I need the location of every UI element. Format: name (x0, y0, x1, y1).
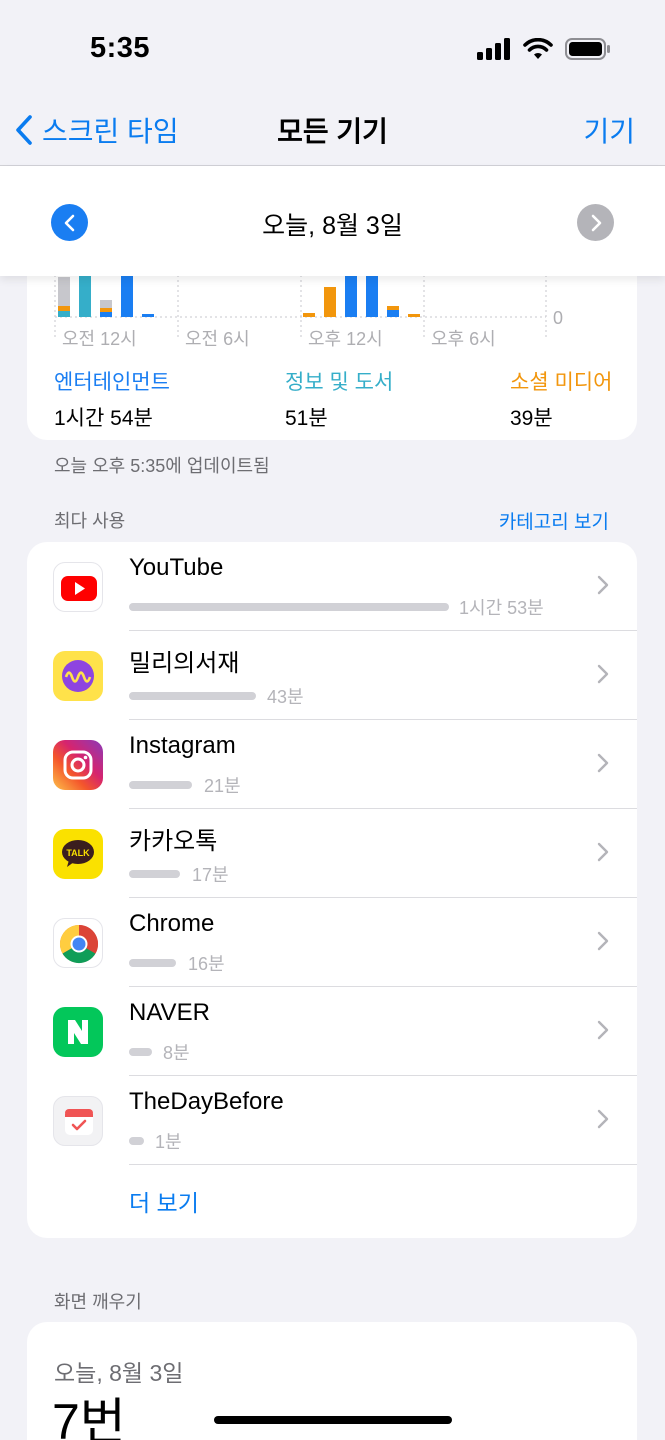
app-row-naver[interactable]: NAVER 8분 (27, 987, 637, 1076)
chevron-right-icon (597, 842, 609, 862)
youtube-icon (53, 562, 103, 612)
chart-y-tick: 0 (553, 308, 563, 328)
svg-text:TALK: TALK (66, 848, 90, 858)
app-name: NAVER (129, 999, 210, 1026)
category-name: 엔터테인먼트 (54, 371, 170, 394)
next-day-button[interactable] (577, 204, 614, 241)
chart-bar (366, 270, 378, 317)
category-value: 1시간 54분 (54, 407, 153, 430)
usage-time: 1시간 53분 (459, 598, 544, 618)
chart-x-tick: 오전 12시 (62, 329, 137, 349)
naver-icon (53, 1007, 103, 1057)
home-indicator[interactable] (214, 1416, 452, 1424)
usage-bar (129, 1048, 152, 1056)
usage-time: 17분 (192, 865, 229, 885)
usage-bar (129, 1137, 144, 1145)
usage-time: 21분 (204, 776, 241, 796)
status-icons (477, 38, 611, 60)
usage-time: 8분 (163, 1043, 190, 1063)
row-divider (129, 1164, 637, 1165)
app-name: Instagram (129, 732, 236, 759)
status-bar: 5:35 (0, 0, 665, 100)
category-social-media: 소셜 미디어 39분 (510, 366, 612, 432)
category-entertainment: 엔터테인먼트 1시간 54분 (54, 366, 170, 432)
status-time: 5:35 (90, 32, 151, 64)
usage-bar (129, 781, 192, 789)
usage-bar (129, 692, 256, 700)
chart-bar (408, 314, 420, 317)
chart-bar (79, 270, 91, 317)
chevron-right-icon (591, 214, 601, 231)
back-button[interactable]: 스크린 타임 (14, 110, 179, 150)
usage-bar (129, 959, 176, 967)
chart-x-tick: 오후 6시 (431, 329, 496, 349)
devices-button[interactable]: 기기 (583, 110, 635, 150)
chart-x-tick: 오전 6시 (185, 329, 250, 349)
back-label: 스크린 타임 (42, 116, 179, 147)
wifi-icon (523, 38, 553, 59)
thedaybefore-icon (53, 1096, 103, 1146)
chevron-right-icon (597, 664, 609, 684)
date-label: 오늘, 8월 3일 (262, 212, 403, 240)
updated-timestamp: 오늘 오후 5:35에 업데이트됨 (54, 456, 270, 476)
chart-bar (387, 310, 399, 317)
chevron-right-icon (597, 1109, 609, 1129)
wake-count: 7번 (52, 1394, 126, 1440)
app-row-thedaybefore[interactable]: TheDayBefore 1분 (27, 1076, 637, 1165)
category-name: 정보 및 도서 (285, 371, 394, 394)
category-value: 39분 (510, 407, 553, 430)
millie-icon (53, 651, 103, 701)
navigation-bar: 모든 기기 스크린 타임 기기 (0, 100, 665, 166)
chevron-right-icon (597, 575, 609, 595)
screen-wake-heading: 화면 깨우기 (54, 1292, 142, 1312)
most-used-heading: 최다 사용 (54, 511, 126, 531)
app-name: 밀리의서재 (129, 650, 240, 677)
app-name: TheDayBefore (129, 1088, 284, 1115)
show-categories-link[interactable]: 카테고리 보기 (499, 507, 609, 534)
category-info-books: 정보 및 도서 51분 (285, 366, 393, 432)
instagram-icon (53, 740, 103, 790)
kakaotalk-icon: TALK (53, 829, 103, 879)
chart-bar (324, 287, 336, 317)
most-used-list: YouTube 1시간 53분 밀리의서재 43분 Instagram 21분 … (27, 542, 637, 1238)
category-name: 소셜 미디어 (510, 371, 613, 394)
show-more-link[interactable]: 더 보기 (129, 1184, 199, 1218)
chart-bar (121, 270, 133, 317)
app-row-chrome[interactable]: Chrome 16분 (27, 898, 637, 987)
chart-bar (100, 312, 112, 317)
chevron-right-icon (597, 931, 609, 951)
app-name: 카카오톡 (129, 828, 218, 855)
chart-bar (345, 270, 357, 317)
chart-x-tick: 오후 12시 (308, 329, 383, 349)
usage-bar (129, 603, 449, 611)
app-row-youtube[interactable]: YouTube 1시간 53분 (27, 542, 637, 631)
app-row-millie[interactable]: 밀리의서재 43분 (27, 631, 637, 720)
usage-time: 1분 (155, 1132, 182, 1152)
usage-time: 16분 (188, 954, 225, 974)
chrome-icon (53, 918, 103, 968)
date-selector: 오늘, 8월 3일 (0, 166, 665, 276)
chart-bar (303, 313, 315, 317)
category-value: 51분 (285, 407, 328, 430)
chart-bar (142, 314, 154, 317)
chevron-right-icon (597, 1020, 609, 1040)
app-row-instagram[interactable]: Instagram 21분 (27, 720, 637, 809)
chevron-right-icon (597, 753, 609, 773)
app-name: YouTube (129, 554, 224, 581)
battery-icon (565, 38, 610, 60)
cellular-signal-icon (477, 38, 510, 60)
app-name: Chrome (129, 910, 215, 937)
app-row-kakaotalk[interactable]: TALK 카카오톡 17분 (27, 809, 637, 898)
chevron-left-icon (16, 115, 32, 145)
chart-bar (58, 311, 70, 317)
usage-time: 43분 (267, 687, 304, 707)
usage-bar (129, 870, 180, 878)
